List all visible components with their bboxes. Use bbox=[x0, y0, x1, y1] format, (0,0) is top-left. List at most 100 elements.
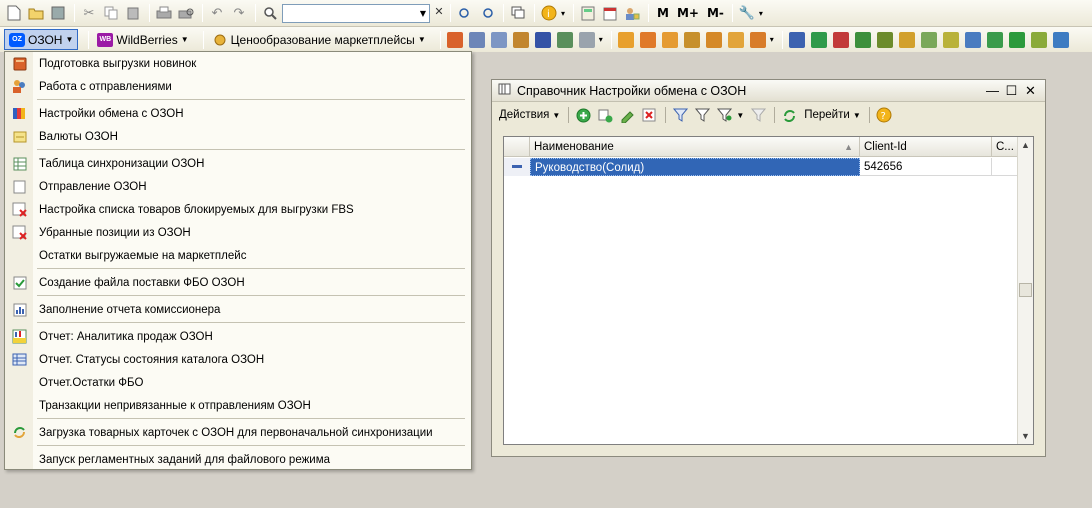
table-edit-icon[interactable] bbox=[555, 30, 575, 50]
report-6-icon[interactable] bbox=[726, 30, 746, 50]
chevron-down-icon[interactable]: ▼ bbox=[417, 9, 429, 18]
memory-minus-button[interactable]: M- bbox=[703, 6, 728, 20]
windows-icon[interactable] bbox=[508, 3, 528, 23]
menu-item-fbo-stock-report[interactable]: Отчет.Остатки ФБО bbox=[5, 372, 471, 394]
cell-name[interactable]: Руководство(Солид) bbox=[530, 158, 860, 176]
scroll-up-icon[interactable]: ▲ bbox=[1018, 137, 1033, 153]
menu-item-catalog-status-report[interactable]: Отчет. Статусы состояния каталога ОЗОН bbox=[5, 349, 471, 371]
print-icon[interactable] bbox=[154, 3, 174, 23]
menu-item-prepare-new-items[interactable]: Подготовка выгрузки новинок bbox=[5, 53, 471, 75]
menu-item-ozon-shipment[interactable]: Отправление ОЗОН bbox=[5, 176, 471, 198]
chevron-down-icon[interactable]: ▾ bbox=[561, 9, 565, 18]
memory-button[interactable]: M bbox=[653, 6, 673, 20]
tools-icon[interactable]: 🔧 bbox=[737, 3, 757, 23]
filter-icon[interactable] bbox=[670, 105, 690, 125]
add-icon[interactable] bbox=[573, 105, 593, 125]
table-row[interactable]: Руководство(Солид) 542656 bbox=[504, 158, 1018, 176]
chevron-down-icon[interactable]: ▾ bbox=[770, 35, 774, 44]
undo-icon[interactable]: ↶ bbox=[207, 3, 227, 23]
exchange-7-icon[interactable] bbox=[919, 30, 939, 50]
exchange-10-icon[interactable] bbox=[985, 30, 1005, 50]
menu-item-commission-report[interactable]: Заполнение отчета комиссионера bbox=[5, 299, 471, 321]
report-4-icon[interactable] bbox=[682, 30, 702, 50]
close-icon[interactable]: ✕ bbox=[1022, 82, 1039, 99]
calculator-icon[interactable] bbox=[578, 3, 598, 23]
clear-filter-icon[interactable] bbox=[748, 105, 768, 125]
people-icon[interactable] bbox=[533, 30, 553, 50]
vertical-scrollbar[interactable]: ▲ ▼ bbox=[1017, 137, 1033, 444]
exchange-2-icon[interactable] bbox=[809, 30, 829, 50]
info-icon[interactable]: i bbox=[539, 3, 559, 23]
column-header-client-id[interactable]: Client-Id bbox=[860, 137, 992, 157]
menu-item-unlinked-transactions[interactable]: Транзакции непривязанные к отправлениям … bbox=[5, 395, 471, 417]
exchange-6-icon[interactable] bbox=[897, 30, 917, 50]
column-header-name[interactable]: Наименование ▲ bbox=[530, 137, 860, 157]
edit-list-icon[interactable] bbox=[577, 30, 597, 50]
chevron-down-icon[interactable]: ▼ bbox=[736, 111, 744, 120]
goto-menu-button[interactable]: Перейти bbox=[801, 109, 853, 121]
minimize-icon[interactable]: — bbox=[984, 82, 1001, 99]
menu-item-shipments[interactable]: Работа с отправлениями bbox=[5, 76, 471, 98]
exchange-1-icon[interactable] bbox=[787, 30, 807, 50]
filter-settings-icon[interactable] bbox=[714, 105, 734, 125]
copy-icon[interactable] bbox=[101, 3, 121, 23]
menu-item-load-product-cards[interactable]: Загрузка товарных карточек с ОЗОН для пе… bbox=[5, 422, 471, 444]
memory-plus-button[interactable]: M+ bbox=[673, 6, 703, 20]
help-icon[interactable]: ? bbox=[874, 105, 894, 125]
report-5-icon[interactable] bbox=[704, 30, 724, 50]
menu-item-fbs-blocked-list[interactable]: Настройка списка товаров блокируемых для… bbox=[5, 199, 471, 221]
exchange-9-icon[interactable] bbox=[963, 30, 983, 50]
exchange-3-icon[interactable] bbox=[831, 30, 851, 50]
open-folder-icon[interactable] bbox=[26, 3, 46, 23]
clear-icon[interactable]: ✕ bbox=[432, 5, 446, 22]
catalog-table[interactable]: Наименование ▲ Client-Id С... Руководств… bbox=[503, 136, 1034, 445]
menu-item-sync-table[interactable]: Таблица синхронизации ОЗОН bbox=[5, 153, 471, 175]
exchange-5-icon[interactable] bbox=[875, 30, 895, 50]
paste-icon[interactable] bbox=[123, 3, 143, 23]
menu-item-marketplace-stock[interactable]: Остатки выгружаемые на маркетплейс bbox=[5, 245, 471, 267]
chevron-down-icon[interactable]: ▾ bbox=[759, 9, 763, 18]
find-prev-icon[interactable] bbox=[477, 3, 497, 23]
calendar-icon[interactable] bbox=[600, 3, 620, 23]
search-icon[interactable] bbox=[260, 3, 280, 23]
menu-item-removed-positions[interactable]: Убранные позиции из ОЗОН bbox=[5, 222, 471, 244]
stack-2-icon[interactable] bbox=[489, 30, 509, 50]
stack-3-icon[interactable] bbox=[511, 30, 531, 50]
report-1-icon[interactable] bbox=[616, 30, 636, 50]
menu-item-ozon-currencies[interactable]: Валюты ОЗОН bbox=[5, 126, 471, 148]
menu-item-fbo-supply-file[interactable]: Создание файла поставки ФБО ОЗОН bbox=[5, 272, 471, 294]
window-titlebar[interactable]: Справочник Настройки обмена с ОЗОН bbox=[492, 80, 1045, 102]
chevron-down-icon[interactable]: ▼ bbox=[853, 111, 861, 120]
report-3-icon[interactable] bbox=[660, 30, 680, 50]
ozon-menu-button[interactable]: OZ ОЗОН ▼ bbox=[4, 29, 79, 50]
menu-item-scheduled-jobs[interactable]: Запуск регламентных заданий для файловог… bbox=[5, 449, 471, 471]
chevron-down-icon[interactable]: ▼ bbox=[552, 111, 560, 120]
pricing-menu-button[interactable]: Ценообразование маркетплейсы ▼ bbox=[208, 29, 430, 50]
report-2-icon[interactable] bbox=[638, 30, 658, 50]
copy-item-icon[interactable] bbox=[595, 105, 615, 125]
menu-item-ozon-exchange-settings[interactable]: Настройки обмена с ОЗОН bbox=[5, 103, 471, 125]
print-preview-icon[interactable] bbox=[176, 3, 196, 23]
cell-client-id[interactable]: 542656 bbox=[860, 158, 992, 176]
scroll-down-icon[interactable]: ▼ bbox=[1018, 428, 1033, 444]
cut-icon[interactable]: ✂ bbox=[79, 3, 99, 23]
save-icon[interactable] bbox=[48, 3, 68, 23]
books-icon[interactable] bbox=[445, 30, 465, 50]
wildberries-menu-button[interactable]: WB WildBerries ▼ bbox=[93, 29, 192, 50]
new-document-icon[interactable] bbox=[4, 3, 24, 23]
delete-icon[interactable] bbox=[639, 105, 659, 125]
exchange-11-icon[interactable] bbox=[1007, 30, 1027, 50]
report-7-icon[interactable] bbox=[748, 30, 768, 50]
exchange-13-icon[interactable] bbox=[1051, 30, 1071, 50]
actions-menu-button[interactable]: Действия bbox=[496, 109, 552, 121]
cell-extra[interactable] bbox=[992, 158, 1018, 176]
exchange-4-icon[interactable] bbox=[853, 30, 873, 50]
column-header-extra[interactable]: С... bbox=[992, 137, 1018, 157]
exchange-12-icon[interactable] bbox=[1029, 30, 1049, 50]
filter-value-icon[interactable] bbox=[692, 105, 712, 125]
stack-icon[interactable] bbox=[467, 30, 487, 50]
refresh-icon[interactable] bbox=[779, 105, 799, 125]
scroll-thumb[interactable] bbox=[1019, 283, 1032, 297]
user-lock-icon[interactable] bbox=[622, 3, 642, 23]
chevron-down-icon[interactable]: ▾ bbox=[599, 35, 603, 44]
